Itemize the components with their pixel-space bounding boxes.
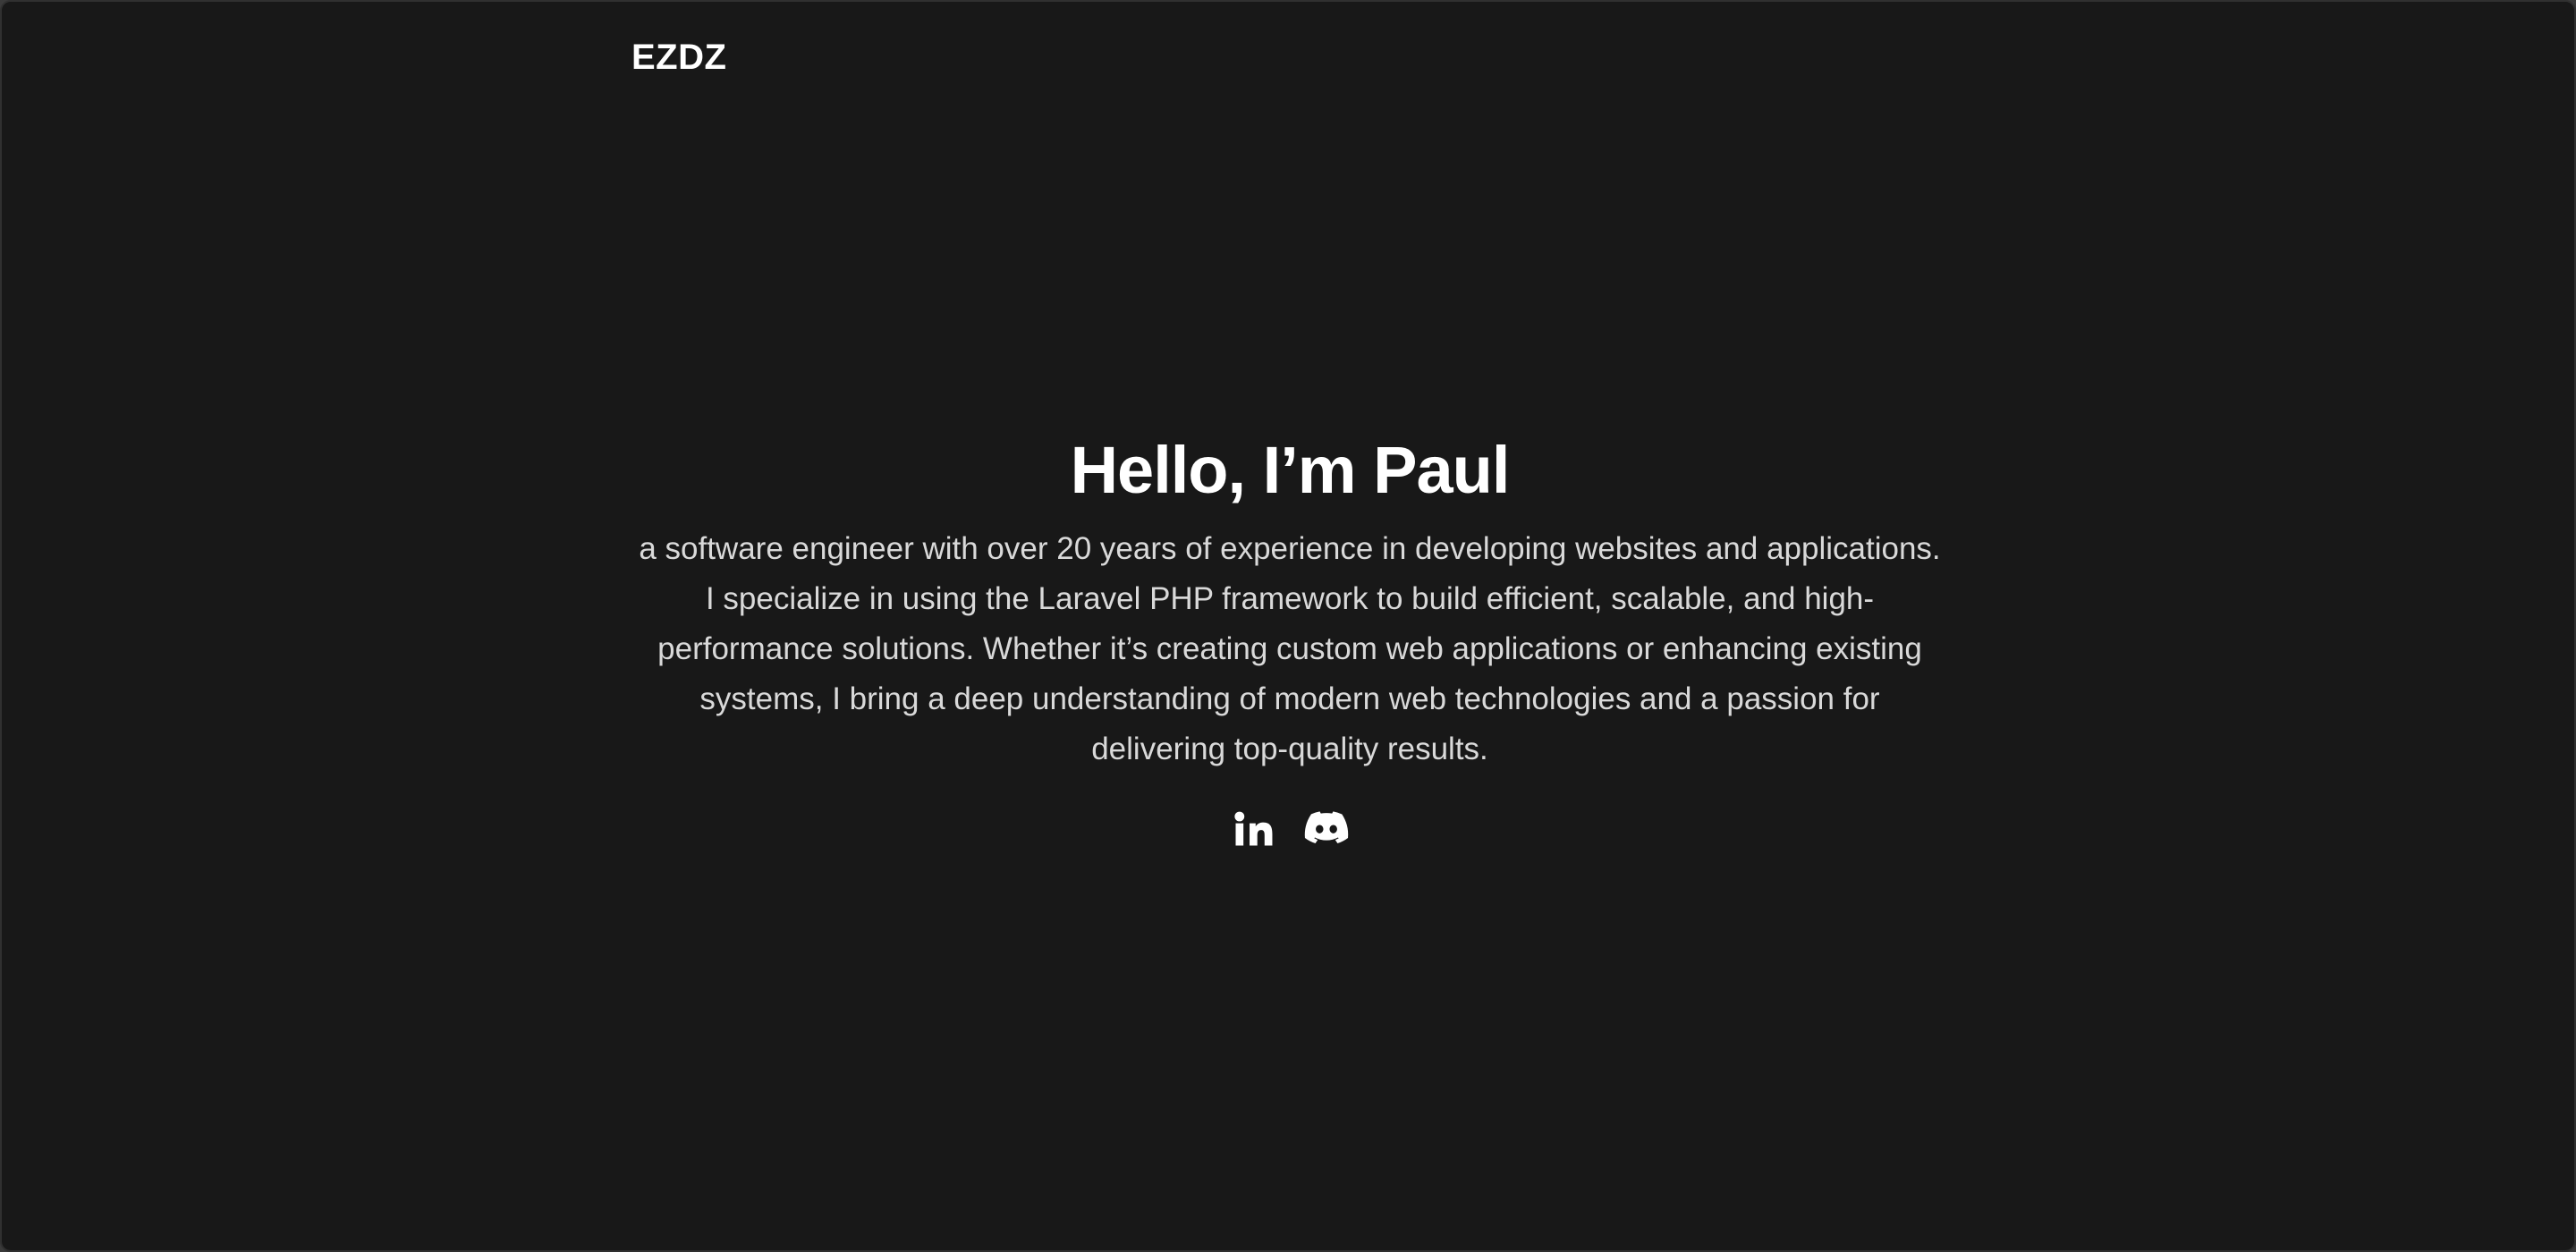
hero-description: a software engineer with over 20 years o… bbox=[639, 531, 1941, 766]
linkedin-icon bbox=[1234, 811, 1273, 846]
linkedin-link[interactable] bbox=[1228, 803, 1278, 853]
site-header: EZDZ bbox=[631, 32, 726, 82]
discord-link[interactable] bbox=[1301, 803, 1352, 853]
discord-icon bbox=[1304, 811, 1349, 844]
browser-window: EZDZ Hello, I’m Paul a software engineer… bbox=[0, 0, 2576, 1252]
hero-title: Hello, I’m Paul bbox=[1070, 433, 1511, 507]
social-links bbox=[1228, 803, 1352, 853]
site-logo[interactable]: EZDZ bbox=[631, 38, 726, 78]
hero-section: Hello, I’m Paul a software engineer with… bbox=[631, 422, 1948, 853]
